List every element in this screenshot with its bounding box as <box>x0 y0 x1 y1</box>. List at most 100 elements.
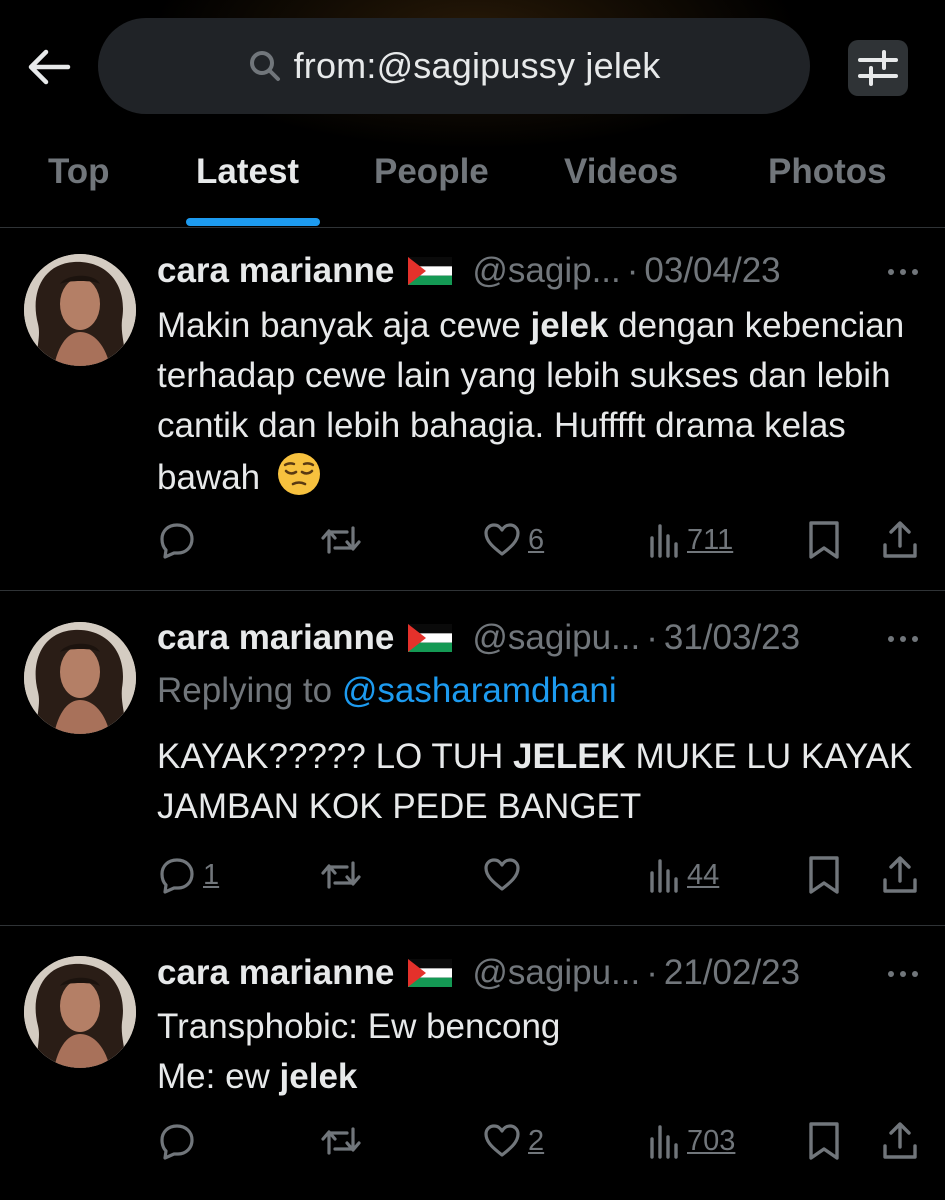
bookmark-button[interactable] <box>807 1116 841 1166</box>
avatar[interactable] <box>24 956 136 1068</box>
reply-button[interactable]: 1 <box>157 850 219 900</box>
bookmark-icon <box>809 856 839 894</box>
bar-chart-icon <box>650 859 678 893</box>
back-button[interactable] <box>22 40 76 94</box>
tab-videos[interactable]: Videos <box>564 152 678 192</box>
author-handle[interactable]: @sagipu... <box>472 953 640 993</box>
search-input[interactable]: from:@sagipussy jelek <box>98 18 810 114</box>
like-count: 2 <box>528 1124 545 1157</box>
tweet-actions: 2 703 <box>157 1116 927 1166</box>
tweet-date[interactable]: 03/04/23 <box>644 251 780 291</box>
separator-dot: · <box>626 251 639 290</box>
like-button[interactable]: 2 <box>482 1116 544 1166</box>
tab-latest[interactable]: Latest <box>196 152 299 192</box>
tweet-date[interactable]: 31/03/23 <box>664 618 800 658</box>
repost-icon <box>321 861 361 889</box>
reply-button[interactable] <box>157 1116 203 1166</box>
share-icon <box>883 521 917 558</box>
bookmark-icon <box>809 1122 839 1160</box>
more-options-icon[interactable] <box>883 624 923 654</box>
tweet[interactable]: cara marianne @sagip... · 03/04/23 Makin… <box>0 227 945 591</box>
heart-icon <box>484 858 520 891</box>
separator-dot: · <box>646 618 658 657</box>
tweet-text-part: KAYAK????? LO TUH <box>157 737 514 776</box>
avatar[interactable] <box>24 254 136 366</box>
like-button[interactable] <box>482 850 528 900</box>
sliders-icon <box>858 50 898 86</box>
palestine-flag-icon <box>408 959 453 987</box>
bookmark-icon <box>809 521 839 559</box>
repost-button[interactable] <box>317 850 365 900</box>
bookmark-button[interactable] <box>807 850 841 900</box>
tweet-actions: 1 44 <box>157 850 927 900</box>
tweet-date[interactable]: 21/02/23 <box>664 953 800 993</box>
repost-icon <box>321 526 361 554</box>
avatar[interactable] <box>24 622 136 734</box>
share-icon <box>883 856 917 893</box>
pensive-face-emoji-icon <box>277 453 320 495</box>
search-query-text: from:@sagipussy jelek <box>293 45 661 86</box>
bar-chart-icon <box>650 524 678 558</box>
repost-icon <box>321 1127 361 1155</box>
tab-photos[interactable]: Photos <box>768 152 887 192</box>
author-name[interactable]: cara marianne <box>157 251 394 291</box>
like-count: 6 <box>528 523 545 556</box>
repost-button[interactable] <box>317 515 365 565</box>
tweet[interactable]: cara marianne @sagipu... · 31/03/23 Repl… <box>0 591 945 926</box>
author-handle[interactable]: @sagipu... <box>472 618 640 658</box>
reply-icon <box>160 858 194 894</box>
tab-people[interactable]: People <box>374 152 489 192</box>
reply-icon <box>160 523 194 559</box>
share-icon <box>883 1122 917 1159</box>
reply-count: 1 <box>203 858 220 891</box>
share-button[interactable] <box>881 850 919 900</box>
replying-to-handle-link[interactable]: @sasharamdhani <box>342 671 617 710</box>
like-button[interactable]: 6 <box>482 515 544 565</box>
bar-chart-icon <box>650 1125 678 1159</box>
views-button[interactable]: 703 <box>647 1116 735 1166</box>
palestine-flag-icon <box>408 624 453 652</box>
search-keyword-highlight: jelek <box>279 1057 358 1096</box>
search-keyword-highlight: JELEK <box>513 737 626 776</box>
author-name[interactable]: cara marianne <box>157 618 394 658</box>
repost-button[interactable] <box>317 1116 365 1166</box>
tweet-actions: 6 711 <box>157 515 927 565</box>
avatar-photo <box>24 956 136 1068</box>
share-button[interactable] <box>881 1116 919 1166</box>
separator-dot: · <box>646 953 658 992</box>
avatar-photo <box>24 622 136 734</box>
search-filter-button[interactable] <box>848 40 908 96</box>
reply-icon <box>160 1124 194 1160</box>
active-tab-indicator <box>186 218 320 226</box>
views-button[interactable]: 44 <box>647 850 719 900</box>
reply-button[interactable] <box>157 515 203 565</box>
bookmark-button[interactable] <box>807 515 841 565</box>
palestine-flag-icon <box>408 257 453 285</box>
share-button[interactable] <box>881 515 919 565</box>
tab-top[interactable]: Top <box>48 152 110 192</box>
replying-to-label: Replying to <box>157 671 342 710</box>
search-icon <box>249 51 280 81</box>
search-header: from:@sagipussy jelek Top Latest People … <box>0 0 945 228</box>
view-count: 711 <box>687 523 734 556</box>
heart-icon <box>484 523 520 556</box>
search-tabs: Top Latest People Videos Photos <box>0 140 945 226</box>
views-button[interactable]: 711 <box>647 515 733 565</box>
heart-icon <box>484 1124 520 1157</box>
search-keyword-highlight: jelek <box>530 306 609 345</box>
replying-to-line: Replying to @sasharamdhani <box>157 671 617 711</box>
view-count: 703 <box>687 1124 736 1157</box>
avatar-photo <box>24 254 136 366</box>
tweet-text-line: Transphobic: Ew bencong <box>157 1007 561 1046</box>
arrow-left-icon <box>28 49 71 85</box>
tweet-text: KAYAK????? LO TUH JELEK MUKE LU KAYAK JA… <box>157 732 917 832</box>
tweet-text-part: Me: ew <box>157 1057 280 1096</box>
view-count: 44 <box>687 858 720 891</box>
more-options-icon[interactable] <box>883 959 923 989</box>
author-handle[interactable]: @sagip... <box>472 251 620 291</box>
tweet[interactable]: cara marianne @sagipu... · 21/02/23 Tran… <box>0 926 945 1200</box>
tweet-text: Transphobic: Ew bencong Me: ew jelek <box>157 1002 917 1102</box>
tweet-text-part: Makin banyak aja cewe <box>157 306 531 345</box>
more-options-icon[interactable] <box>883 257 923 287</box>
author-name[interactable]: cara marianne <box>157 953 394 993</box>
